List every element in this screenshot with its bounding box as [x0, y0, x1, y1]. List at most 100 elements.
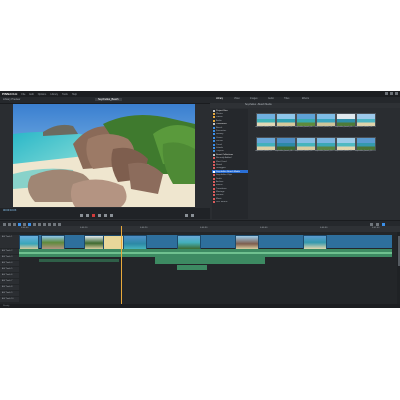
video-clip[interactable] [177, 235, 201, 250]
media-thumbnail-caption: seychelles_beach_10 [315, 150, 333, 152]
video-clip[interactable] [235, 235, 259, 250]
menu-file[interactable]: File [21, 93, 25, 96]
media-thumbnail[interactable] [256, 113, 276, 127]
media-thumbnail[interactable] [276, 113, 296, 127]
fullscreen-icon[interactable] [185, 214, 188, 217]
ruler-label: 0:00:40 [260, 227, 268, 229]
folder-icon [213, 167, 215, 170]
media-thumbnail[interactable] [336, 113, 356, 127]
play-icon[interactable] [98, 214, 101, 217]
library-tree-label: Untagged [216, 167, 226, 170]
audio-track-lane[interactable] [19, 265, 392, 270]
media-thumbnail-caption: seychelles_beach_12 [355, 150, 373, 152]
beach-preview-image [13, 104, 195, 207]
folder-icon [213, 170, 215, 173]
stop-icon[interactable] [92, 214, 95, 217]
library-tree-label: Tropical [216, 150, 224, 153]
audio-clip[interactable] [39, 259, 119, 262]
video-clip[interactable] [41, 235, 65, 250]
track-label: A/V Track 4 [2, 262, 13, 264]
media-thumbnail[interactable] [316, 113, 336, 127]
folder-icon [213, 133, 215, 136]
video-clip[interactable] [19, 235, 39, 250]
video-track-lane[interactable] [19, 235, 392, 250]
track-header[interactable]: A/V Track 1 [0, 235, 19, 248]
audio-waveform [19, 252, 392, 254]
media-thumbnail[interactable] [296, 137, 316, 151]
ruler-label: 0:00:50 [320, 227, 328, 229]
folder-icon [213, 191, 215, 194]
player-controls: 00:00:10.03 [0, 208, 210, 219]
close-icon[interactable] [395, 92, 398, 95]
audio-clip[interactable] [177, 265, 207, 270]
library-tree-label: Collections [216, 123, 227, 126]
tab-video[interactable]: Video [234, 98, 240, 100]
track-header[interactable]: A/V Track 5 [0, 267, 19, 272]
tab-library[interactable]: Library [216, 98, 223, 100]
menu-edit[interactable]: Edit [29, 93, 33, 96]
tab-titles[interactable]: Titles [284, 98, 289, 100]
library-tree-label: Travel [216, 143, 222, 146]
step-back-icon[interactable] [86, 214, 89, 217]
media-thumbnail[interactable] [356, 137, 376, 151]
track-header[interactable]: A/V Track 9 [0, 291, 19, 296]
media-thumbnail[interactable] [316, 137, 336, 151]
library-tree-label: Seychelles Beach Media [216, 170, 240, 173]
minimize-icon[interactable] [385, 92, 388, 95]
track-header[interactable]: A/V Track 10 [0, 297, 19, 302]
folder-icon [213, 160, 215, 163]
library-tree-item[interactable]: Disc Menus [212, 201, 248, 204]
media-thumbnail-caption: seychelles_beach_03 [295, 126, 313, 128]
audio-track-lane[interactable] [19, 257, 392, 264]
track-header[interactable]: A/V Track 8 [0, 285, 19, 290]
library-path: Seychelles › Beach Media [245, 104, 272, 106]
audio-track-lane[interactable] [19, 249, 392, 257]
menu-tools[interactable]: Tools [62, 93, 68, 96]
skip-forward-icon[interactable] [110, 214, 113, 217]
ruler-label: 0:00:30 [200, 227, 208, 229]
video-editor-window: PINNACLE File Edit Options Library Tools… [0, 91, 400, 308]
track-header[interactable]: A/V Track 6 [0, 273, 19, 278]
maximize-icon[interactable] [390, 92, 393, 95]
settings-icon[interactable] [191, 214, 194, 217]
library-tree-label: Holiday [216, 133, 224, 136]
menu-options[interactable]: Options [38, 93, 47, 96]
video-preview[interactable] [13, 104, 195, 207]
media-thumbnail[interactable] [256, 137, 276, 151]
tab-images[interactable]: Images [250, 98, 258, 100]
menu-library[interactable]: Library [50, 93, 58, 96]
track-header[interactable]: A/V Track 2 [0, 249, 19, 254]
video-clip[interactable] [123, 235, 147, 250]
library-tree-label: Disc Menus [216, 201, 228, 204]
library-tree-label: Audio [216, 119, 222, 122]
library-path-bar: Seychelles › Beach Media [210, 103, 400, 108]
scrollbar-thumb[interactable] [397, 236, 400, 266]
folder-icon [213, 140, 215, 143]
library-tree-label: Seychelles Clips [216, 174, 233, 177]
track-header[interactable]: A/V Track 4 [0, 261, 19, 266]
folder-icon [213, 150, 215, 153]
library-tree-label: Recently Added [216, 157, 232, 160]
video-clip[interactable] [84, 235, 105, 250]
media-thumbnail[interactable] [336, 137, 356, 151]
media-thumbnail[interactable] [276, 137, 296, 151]
track-label: A/V Track 5 [2, 268, 13, 270]
media-thumbnail[interactable] [356, 113, 376, 127]
track-header[interactable]: A/V Track 3 [0, 255, 19, 260]
track-header[interactable]: A/V Track 7 [0, 279, 19, 284]
folder-icon [213, 201, 215, 204]
tab-effects[interactable]: Effects [302, 98, 309, 100]
timeline-playhead[interactable] [121, 226, 122, 304]
menu-help[interactable]: Help [72, 93, 77, 96]
library-tree-label: Archive [216, 180, 224, 183]
video-clip[interactable] [303, 235, 327, 250]
audio-clip[interactable] [155, 257, 265, 264]
media-thumbnail[interactable] [296, 113, 316, 127]
step-forward-icon[interactable] [104, 214, 107, 217]
media-thumbnail-caption: seychelles_beach_06 [355, 126, 373, 128]
ruler-label: 0:00:20 [140, 227, 148, 229]
skip-back-icon[interactable] [80, 214, 83, 217]
library-tree-label: Most Used [216, 160, 227, 163]
tab-audio[interactable]: Audio [268, 98, 274, 100]
folder-icon [213, 123, 215, 126]
